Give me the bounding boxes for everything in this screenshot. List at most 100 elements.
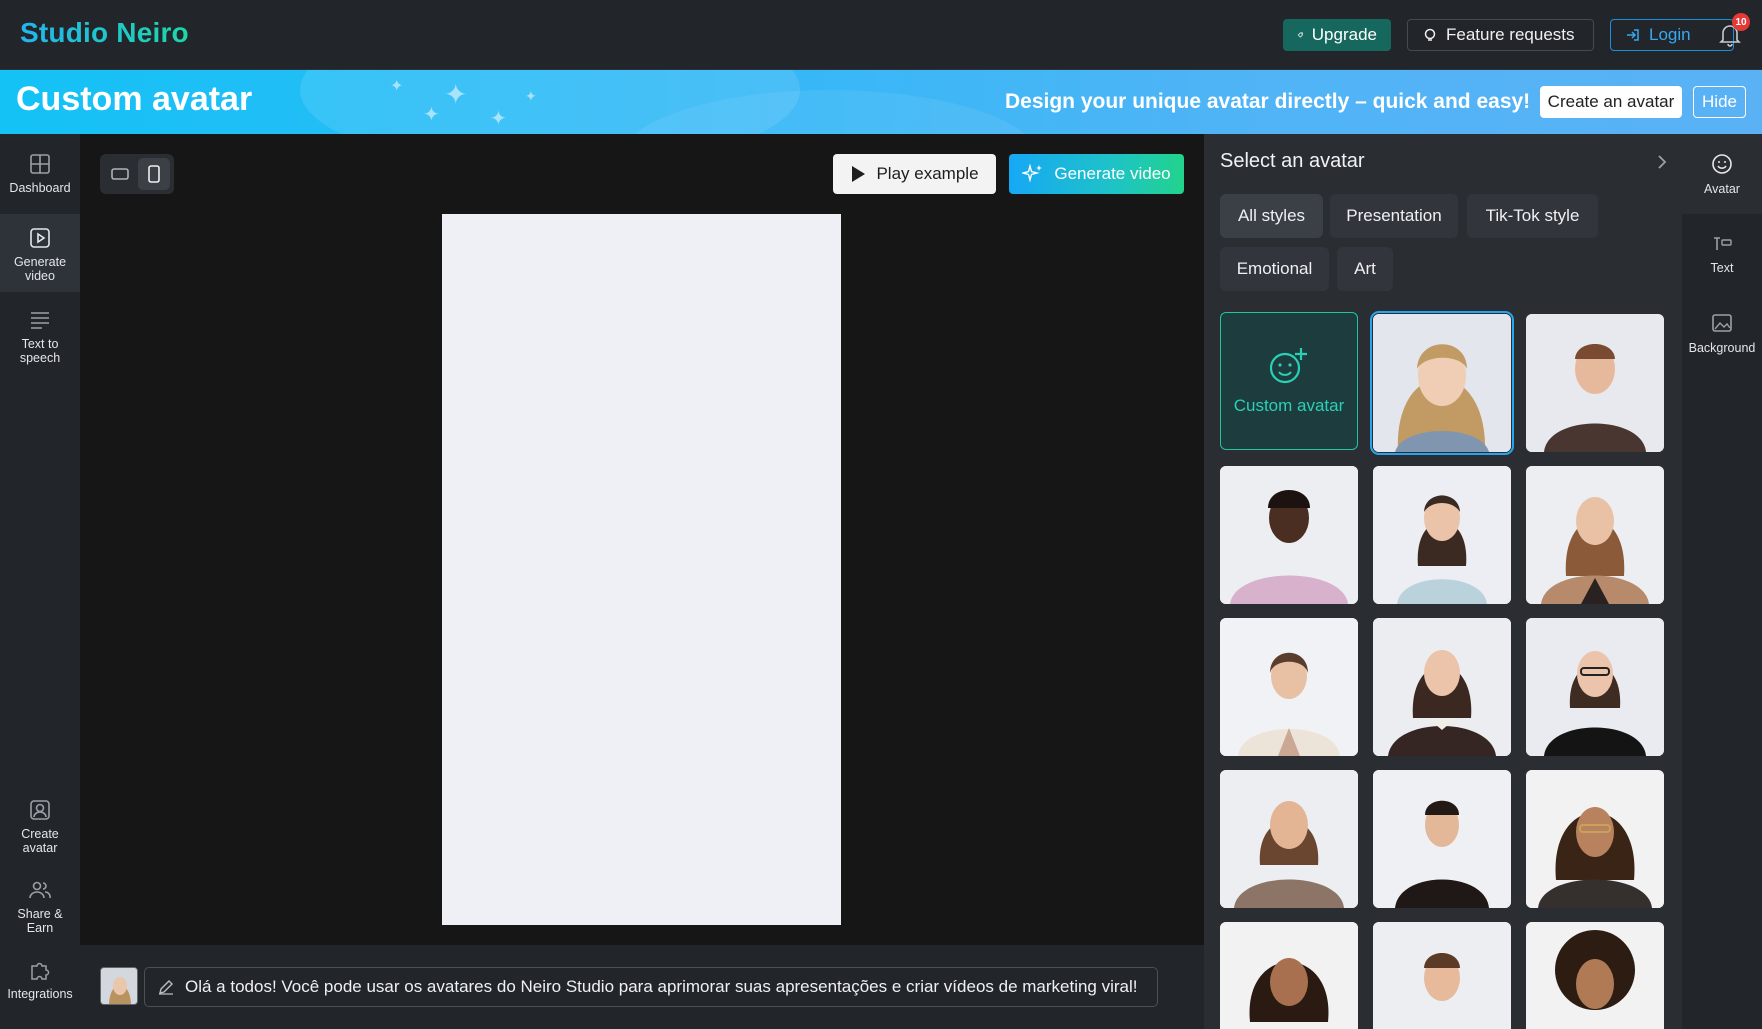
notification-badge: 10 bbox=[1732, 13, 1750, 31]
filter-emotional[interactable]: Emotional bbox=[1220, 247, 1329, 291]
avatar-portrait bbox=[1526, 770, 1664, 908]
avatar-selection-panel: Select an avatar All styles Presentation… bbox=[1204, 134, 1682, 1029]
avatar-tile[interactable] bbox=[1373, 466, 1511, 604]
avatar-tile[interactable] bbox=[1220, 770, 1358, 908]
custom-avatar-label: Custom avatar bbox=[1233, 396, 1345, 415]
sidebar-item-integrations[interactable]: Integrations bbox=[0, 948, 80, 1018]
sidebar-item-generate-video[interactable]: Generate video bbox=[0, 214, 80, 292]
tool-label: Avatar bbox=[1704, 182, 1740, 196]
sidebar-item-label: Integrations bbox=[7, 987, 73, 1001]
sidebar-item-label: Generate video bbox=[13, 255, 67, 283]
avatar-portrait bbox=[1220, 466, 1358, 604]
avatar-tile[interactable] bbox=[1526, 922, 1664, 1029]
avatar-tile[interactable] bbox=[1370, 311, 1514, 455]
dashboard-icon bbox=[30, 154, 50, 174]
image-icon bbox=[1712, 314, 1732, 332]
video-preview-canvas[interactable] bbox=[442, 214, 841, 925]
play-example-label: Play example bbox=[876, 164, 979, 183]
generate-video-button[interactable]: Generate video bbox=[1009, 154, 1184, 194]
sparkle-icon: ✦ bbox=[444, 79, 468, 110]
speech-text: Olá a todos! Você pode usar os avatares … bbox=[185, 977, 1138, 996]
avatar-portrait bbox=[1373, 466, 1511, 604]
portrait-button[interactable] bbox=[138, 158, 170, 190]
speech-text-field[interactable]: Olá a todos! Você pode usar os avatares … bbox=[144, 967, 1158, 1007]
landscape-button[interactable] bbox=[104, 158, 136, 190]
pencil-icon bbox=[159, 980, 173, 995]
sparkle-icon: ✦ bbox=[390, 78, 404, 95]
filter-tik-tok-style[interactable]: Tik-Tok style bbox=[1467, 194, 1598, 238]
tools-sidebar: Avatar Text Background bbox=[1682, 134, 1762, 1029]
speech-avatar-thumbnail[interactable] bbox=[100, 967, 138, 1005]
avatar-thumbnail-image bbox=[101, 968, 137, 1004]
sparkle-icon: ✦ bbox=[423, 104, 440, 126]
custom-avatar-tile[interactable]: Custom avatar bbox=[1220, 312, 1358, 450]
avatar-tile[interactable] bbox=[1373, 770, 1511, 908]
tool-label: Text bbox=[1710, 261, 1734, 275]
add-face-icon bbox=[1269, 348, 1307, 384]
avatar-portrait bbox=[1526, 922, 1664, 1029]
sidebar-item-label: Dashboard bbox=[9, 181, 71, 195]
feature-requests-label: Feature requests bbox=[1446, 25, 1575, 44]
login-label: Login bbox=[1649, 25, 1691, 44]
filter-art[interactable]: Art bbox=[1337, 247, 1393, 291]
panel-title: Select an avatar bbox=[1220, 150, 1365, 172]
tool-label: Background bbox=[1688, 341, 1756, 355]
avatar-tile[interactable] bbox=[1220, 922, 1358, 1029]
avatar-tile[interactable] bbox=[1373, 618, 1511, 756]
sparkle-icon: ✦ bbox=[490, 108, 507, 130]
orientation-toggle bbox=[100, 154, 174, 194]
avatar-portrait bbox=[1220, 922, 1358, 1029]
tool-background[interactable]: Background bbox=[1682, 294, 1762, 372]
text-lines-icon bbox=[31, 312, 49, 329]
tool-avatar[interactable]: Avatar bbox=[1682, 134, 1762, 214]
sidebar-item-dashboard[interactable]: Dashboard bbox=[0, 144, 80, 208]
app-logo[interactable]: Studio Neiro bbox=[20, 17, 189, 49]
banner-title: Custom avatar bbox=[16, 80, 253, 118]
login-button[interactable]: Login bbox=[1610, 19, 1734, 51]
puzzle-icon bbox=[31, 962, 50, 980]
avatar-tile[interactable] bbox=[1526, 618, 1664, 756]
chevron-right-icon[interactable] bbox=[1652, 152, 1672, 172]
login-icon bbox=[1627, 29, 1639, 41]
avatar-tile[interactable] bbox=[1220, 466, 1358, 604]
play-example-button[interactable]: Play example bbox=[833, 154, 996, 194]
avatar-tile[interactable] bbox=[1526, 466, 1664, 604]
avatar-portrait bbox=[1220, 618, 1358, 756]
text-tool-icon bbox=[1714, 237, 1732, 250]
sidebar-item-text-to-speech[interactable]: Text to speech bbox=[0, 298, 80, 370]
feature-requests-button[interactable]: Feature requests bbox=[1407, 19, 1594, 51]
custom-avatar-banner: ✦ ✦ ✦ ✦ ✦ Custom avatar Design your uniq… bbox=[0, 70, 1762, 134]
sidebar-item-create-avatar[interactable]: Create avatar bbox=[0, 788, 80, 858]
video-icon bbox=[30, 228, 50, 248]
avatar-portrait bbox=[1220, 770, 1358, 908]
create-avatar-button[interactable]: Create an avatar bbox=[1540, 86, 1682, 118]
avatar-portrait bbox=[1526, 466, 1664, 604]
hide-banner-button[interactable]: Hide bbox=[1693, 86, 1746, 118]
sparkles-icon bbox=[1022, 163, 1043, 183]
filter-all-styles[interactable]: All styles bbox=[1220, 194, 1323, 238]
avatar-tile[interactable] bbox=[1526, 314, 1664, 452]
upgrade-button[interactable]: Upgrade bbox=[1283, 19, 1391, 51]
tool-text[interactable]: Text bbox=[1682, 214, 1762, 292]
generate-video-label: Generate video bbox=[1054, 164, 1171, 183]
avatar-portrait bbox=[1526, 314, 1664, 452]
avatar-tile[interactable] bbox=[1526, 770, 1664, 908]
sidebar-item-label: Share & Earn bbox=[17, 907, 63, 935]
avatar-portrait bbox=[1373, 922, 1511, 1029]
avatar-portrait bbox=[1526, 618, 1664, 756]
avatar-portrait bbox=[1373, 314, 1511, 452]
portrait-icon bbox=[148, 165, 160, 183]
top-bar: Studio Neiro Upgrade Feature requests Lo… bbox=[0, 0, 1762, 70]
avatar-tile[interactable] bbox=[1220, 618, 1358, 756]
avatar-portrait bbox=[1373, 770, 1511, 908]
tag-icon bbox=[1297, 32, 1303, 38]
speech-bar: Olá a todos! Você pode usar os avatares … bbox=[80, 945, 1204, 1029]
avatar-portrait bbox=[1373, 618, 1511, 756]
sparkle-icon: ✦ bbox=[525, 88, 537, 104]
sidebar-item-share-earn[interactable]: Share & Earn bbox=[0, 868, 80, 938]
users-icon bbox=[29, 881, 51, 899]
filter-presentation[interactable]: Presentation bbox=[1330, 194, 1458, 238]
bulb-icon bbox=[1424, 28, 1436, 41]
landscape-icon bbox=[111, 168, 129, 180]
avatar-tile[interactable] bbox=[1373, 922, 1511, 1029]
